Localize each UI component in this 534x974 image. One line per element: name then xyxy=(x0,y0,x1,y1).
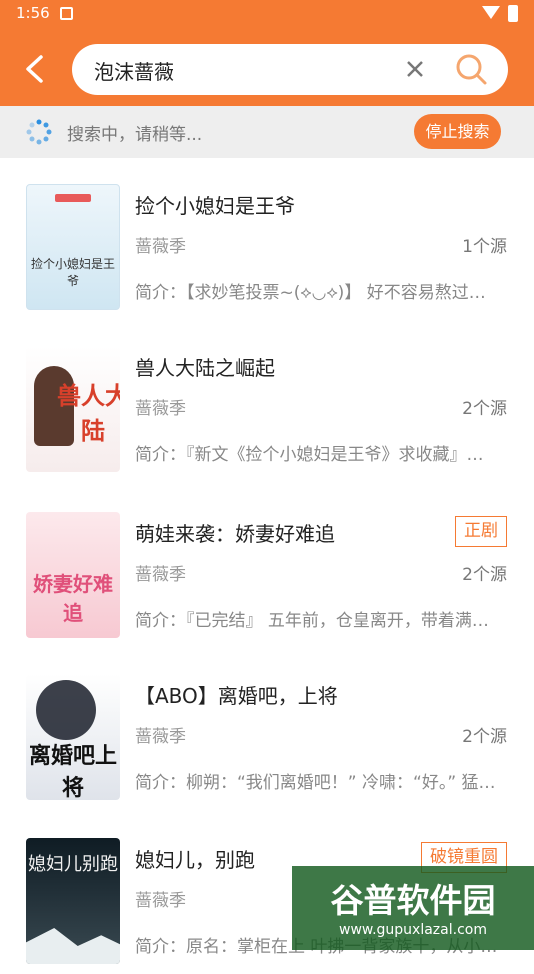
cover-title: 娇妻好难追 xyxy=(33,572,113,625)
cover-logo xyxy=(55,194,91,202)
book-title: 兽人大陆之崛起 xyxy=(135,356,275,380)
result-item[interactable]: 娇妻好难追 萌娃来袭：娇妻好难追 正剧 蔷薇季 2个源 简介：『已完结』 五年前… xyxy=(0,486,534,648)
book-author: 蔷薇季 xyxy=(135,727,186,747)
notification-icon xyxy=(60,7,73,20)
result-item[interactable]: 捡个小媳妇是王爷 捡个小媳妇是王爷 蔷薇季 1个源 简介：【求妙笔投票~(⟡◡⟡… xyxy=(0,158,534,320)
stop-search-button[interactable]: 停止搜索 xyxy=(414,114,501,149)
search-query-text[interactable]: 泡沫蔷薇 xyxy=(94,56,174,85)
book-intro: 简介：『新文《捡个小媳妇是王爷》求收藏』… xyxy=(135,445,484,465)
book-title: 【ABO】离婚吧，上将 xyxy=(135,684,338,708)
source-count: 1个源 xyxy=(462,237,507,257)
book-cover[interactable]: 娇妻好难追 xyxy=(26,512,120,638)
book-title: 捡个小媳妇是王爷 xyxy=(135,194,295,218)
result-item[interactable]: 离婚吧上将 【ABO】离婚吧，上将 蔷薇季 2个源 简介：柳朔：“我们离婚吧！”… xyxy=(0,648,534,810)
book-intro: 简介：柳朔：“我们离婚吧！” 冷啸：“好。” 猛… xyxy=(135,773,496,793)
clear-icon[interactable] xyxy=(404,58,426,80)
app-header: 1:56 泡沫蔷薇 xyxy=(0,0,534,106)
book-cover[interactable]: 兽人大陆 xyxy=(26,346,120,472)
battery-icon xyxy=(508,5,518,22)
site-watermark: 谷普软件园 www.gupuxlazal.com xyxy=(292,866,534,950)
search-icon[interactable] xyxy=(454,52,488,86)
progress-text: 搜索中，请稍等... xyxy=(67,125,203,145)
cover-illustration xyxy=(26,928,120,964)
wifi-icon xyxy=(482,6,500,19)
cover-title: 捡个小媳妇是王爷 xyxy=(30,257,115,288)
book-title: 媳妇儿，别跑 xyxy=(135,848,255,872)
genre-tag: 正剧 xyxy=(455,516,507,547)
cover-title: 兽人大陆 xyxy=(57,381,120,445)
book-cover[interactable]: 离婚吧上将 xyxy=(26,674,120,800)
book-title: 萌娃来袭：娇妻好难追 xyxy=(135,522,335,546)
book-cover[interactable]: 媳妇儿别跑 xyxy=(26,838,120,964)
status-time: 1:56 xyxy=(16,4,50,22)
watermark-url: www.gupuxlazal.com xyxy=(339,922,487,938)
cover-title: 媳妇儿别跑 xyxy=(28,854,118,875)
result-item[interactable]: 兽人大陆 兽人大陆之崛起 蔷薇季 2个源 简介：『新文《捡个小媳妇是王爷》求收藏… xyxy=(0,320,534,482)
source-count: 2个源 xyxy=(462,727,507,747)
book-cover[interactable]: 捡个小媳妇是王爷 xyxy=(26,184,120,310)
status-bar: 1:56 xyxy=(0,0,534,28)
source-count: 2个源 xyxy=(462,565,507,585)
book-author: 蔷薇季 xyxy=(135,565,186,585)
watermark-text: 谷普软件园 xyxy=(330,881,496,920)
cover-title: 离婚吧上将 xyxy=(28,743,117,800)
back-arrow-icon[interactable] xyxy=(20,54,50,84)
loading-spinner-icon xyxy=(26,119,52,145)
book-intro: 简介：【求妙笔投票~(⟡◡⟡)】 好不容易熬过… xyxy=(135,283,486,303)
book-author: 蔷薇季 xyxy=(135,399,186,419)
book-intro: 简介：『已完结』 五年前，仓皇离开，带着满… xyxy=(135,611,489,631)
book-author: 蔷薇季 xyxy=(135,237,186,257)
cover-illustration xyxy=(36,680,96,740)
search-input[interactable]: 泡沫蔷薇 xyxy=(72,44,508,95)
source-count: 2个源 xyxy=(462,399,507,419)
search-progress-bar: 搜索中，请稍等... 停止搜索 xyxy=(0,106,534,158)
book-author: 蔷薇季 xyxy=(135,891,186,911)
